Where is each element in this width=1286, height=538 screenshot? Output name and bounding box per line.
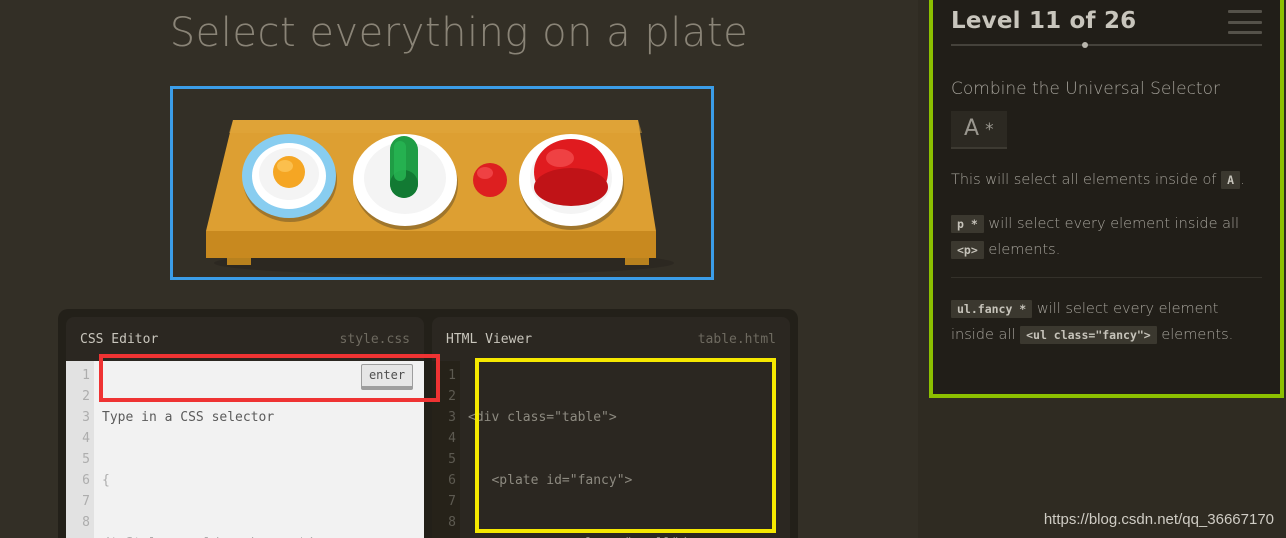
line-number: 2 bbox=[82, 389, 90, 404]
line-number: 6 bbox=[82, 473, 90, 488]
line-number: 3 bbox=[448, 410, 456, 425]
level-progress-dot bbox=[1081, 42, 1088, 48]
plate-scene-highlight-box bbox=[170, 86, 714, 280]
line-number: 3 bbox=[82, 410, 90, 425]
code-line[interactable]: <plate id="fancy"> bbox=[468, 470, 790, 491]
hamburger-icon[interactable] bbox=[1228, 8, 1262, 34]
code-line[interactable]: <div class="table"> bbox=[468, 407, 790, 428]
line-number: 7 bbox=[448, 494, 456, 509]
hamburger-bar bbox=[1228, 31, 1262, 34]
selector-example: A * bbox=[951, 111, 1007, 149]
level-header: Level 11 of 26 bbox=[951, 0, 1262, 34]
paragraph1-before: This will select all elements inside of bbox=[951, 172, 1217, 188]
level-panel: Level 11 of 26 Combine the Universal Sel… bbox=[929, 0, 1284, 398]
line-number: 7 bbox=[82, 494, 90, 509]
html-viewer-body: 1 2 3 4 5 6 7 8 <div class="table"> <pla… bbox=[432, 361, 790, 538]
paragraph3-after: elements. bbox=[1161, 327, 1234, 343]
line-number: 8 bbox=[448, 515, 456, 530]
html-viewer-pane: HTML Viewer table.html 1 2 3 4 5 6 7 8 <… bbox=[432, 317, 790, 538]
inline-code-chip: ul.fancy * bbox=[951, 300, 1033, 318]
paragraph2-middle: will select every element inside all bbox=[988, 216, 1240, 232]
css-editor-header: CSS Editor style.css bbox=[66, 317, 424, 361]
paragraph2-after: elements. bbox=[988, 242, 1061, 258]
code-line[interactable]: <orange class="small"/> bbox=[468, 533, 790, 538]
hamburger-bar bbox=[1228, 10, 1262, 13]
hamburger-bar bbox=[1228, 20, 1262, 24]
line-number: 8 bbox=[82, 515, 90, 530]
html-viewer-title: HTML Viewer bbox=[446, 331, 533, 347]
css-editor-body: 1 2 3 4 5 6 7 8 Type in a CSS selector {… bbox=[66, 361, 424, 538]
watermark: https://blog.csdn.net/qq_36667170 bbox=[1043, 511, 1274, 528]
inline-code-chip: A bbox=[1221, 171, 1241, 189]
line-number: 6 bbox=[448, 473, 456, 488]
css-editor-title: CSS Editor bbox=[80, 331, 159, 347]
paragraph1-after: . bbox=[1240, 172, 1245, 188]
line-number: 1 bbox=[82, 368, 90, 383]
html-viewer-gutter: 1 2 3 4 5 6 7 8 bbox=[432, 361, 460, 538]
panel-divider bbox=[951, 277, 1262, 278]
lesson-paragraph-1: This will select all elements inside of … bbox=[951, 167, 1262, 193]
inline-code-chip: p * bbox=[951, 215, 984, 233]
css-editor-gutter: 1 2 3 4 5 6 7 8 bbox=[66, 361, 94, 538]
line-number: 5 bbox=[82, 452, 90, 467]
line-number: 4 bbox=[82, 431, 90, 446]
lesson-paragraph-3: ul.fancy * will select every element ins… bbox=[951, 296, 1262, 348]
css-editor-filename: style.css bbox=[339, 331, 410, 347]
lesson-paragraph-2: p * will select every element inside all… bbox=[951, 211, 1262, 263]
line-number: 1 bbox=[448, 368, 456, 383]
css-editor-pane: CSS Editor style.css 1 2 3 4 5 6 7 8 Typ… bbox=[66, 317, 424, 538]
code-line: { bbox=[102, 473, 110, 488]
selector-example-star: * bbox=[985, 120, 994, 140]
code-line: /* Styles would go here. */ bbox=[102, 533, 424, 538]
css-selector-input[interactable]: Type in a CSS selector bbox=[102, 407, 424, 428]
line-number: 4 bbox=[448, 431, 456, 446]
editor-container: CSS Editor style.css 1 2 3 4 5 6 7 8 Typ… bbox=[58, 309, 798, 538]
css-editor-code-area[interactable]: Type in a CSS selector { /* Styles would… bbox=[94, 361, 424, 538]
html-viewer-code-area[interactable]: <div class="table"> <plate id="fancy"> <… bbox=[460, 361, 790, 538]
html-viewer-header: HTML Viewer table.html bbox=[432, 317, 790, 361]
lesson-heading: Combine the Universal Selector bbox=[951, 79, 1220, 99]
level-title: Level 11 of 26 bbox=[951, 8, 1137, 34]
enter-button[interactable]: enter bbox=[361, 364, 413, 390]
selector-example-prefix: A bbox=[964, 116, 980, 141]
line-number: 5 bbox=[448, 452, 456, 467]
main-stage: Select everything on a plate CSS Editor … bbox=[0, 0, 918, 538]
inline-code-chip: <ul class="fancy"> bbox=[1020, 326, 1157, 344]
inline-code-chip: <p> bbox=[951, 241, 984, 259]
level-progress-bar bbox=[951, 42, 1262, 48]
line-number: 2 bbox=[448, 389, 456, 404]
html-viewer-filename: table.html bbox=[697, 331, 776, 347]
